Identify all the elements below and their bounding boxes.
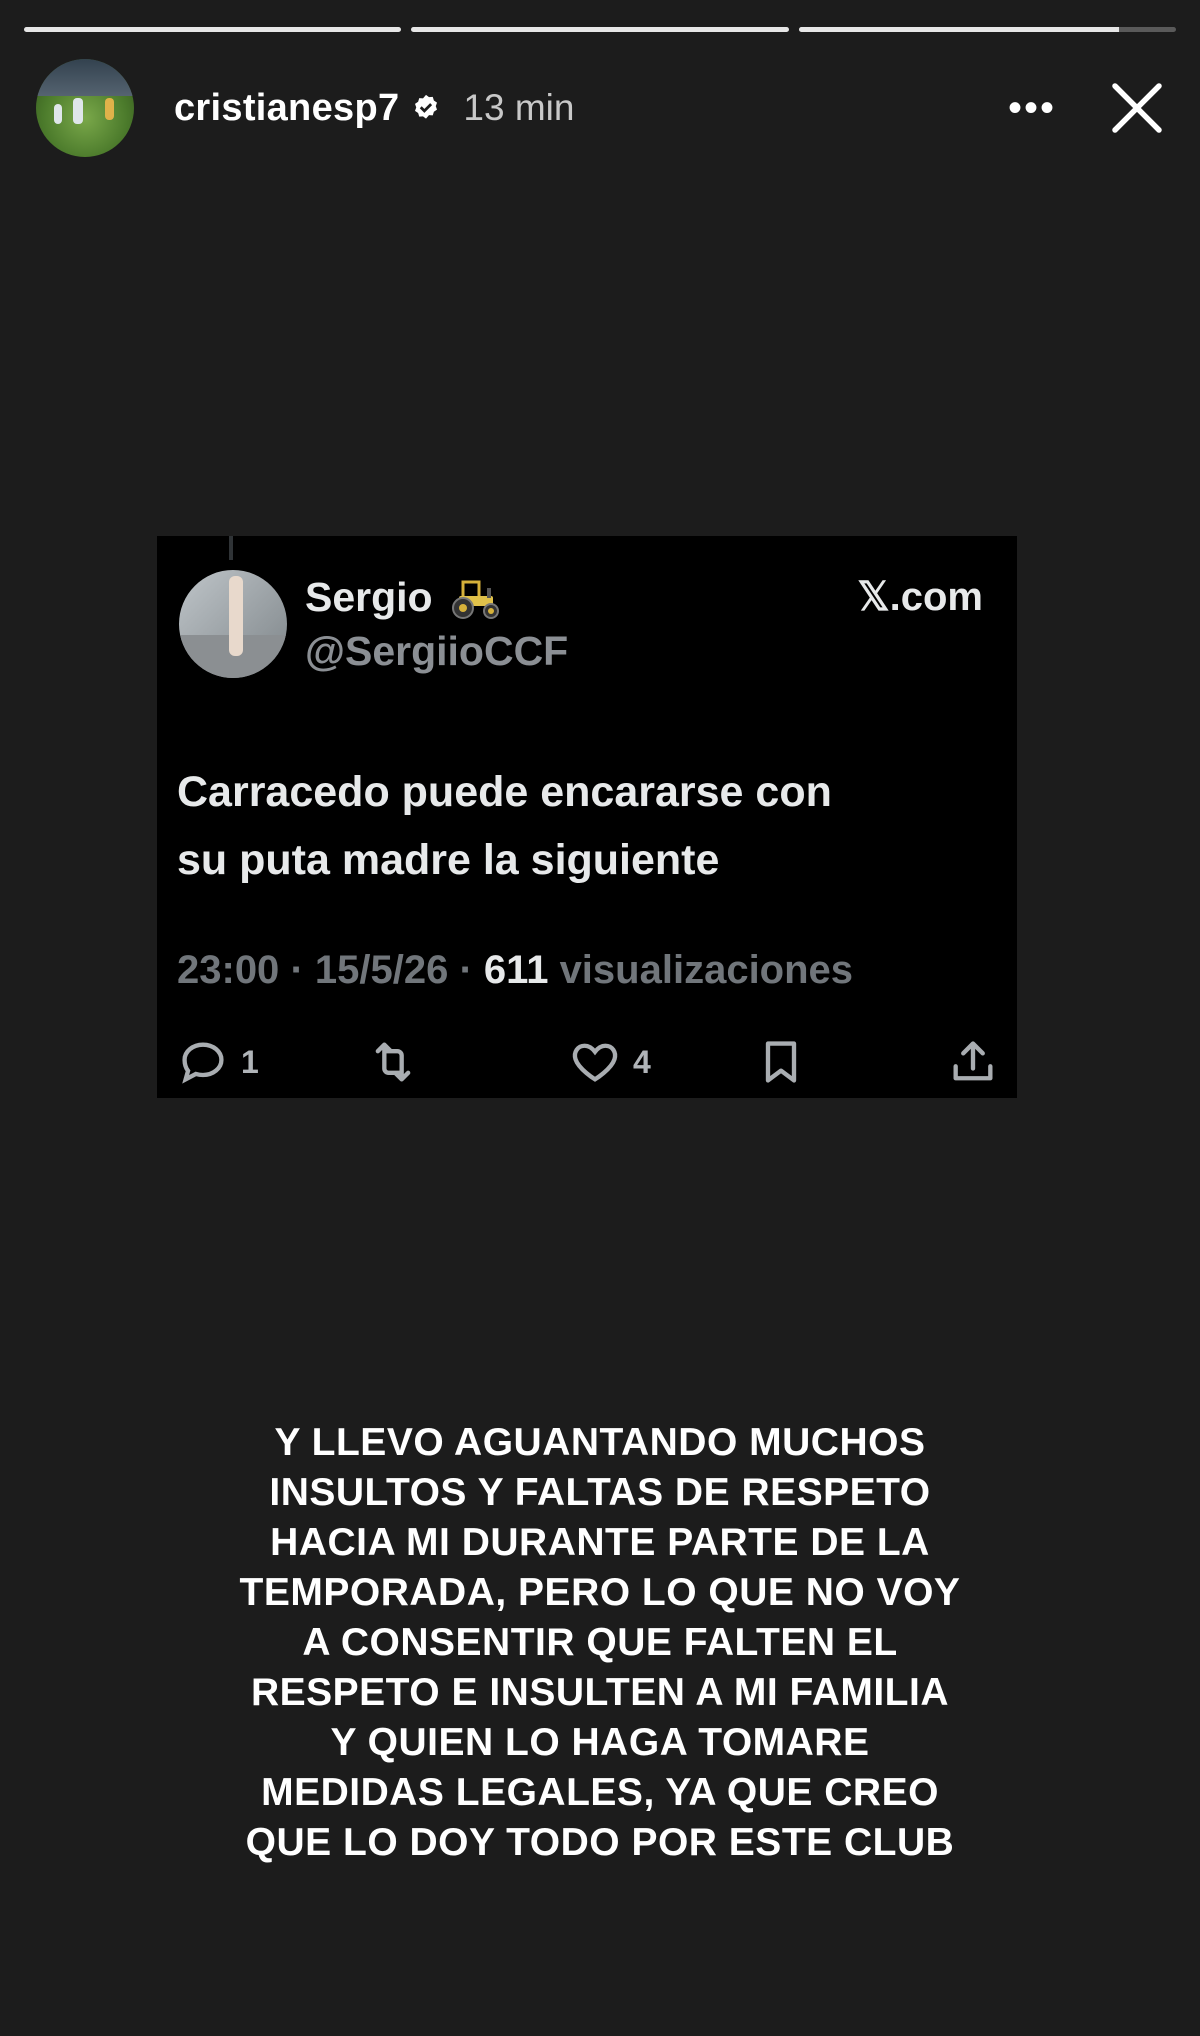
- tweet-date: 15/5/26: [314, 948, 449, 992]
- tweet-time: 23:00: [177, 948, 280, 992]
- retweet-action: [367, 1036, 419, 1088]
- retweet-icon: [375, 1042, 411, 1082]
- caption-line: Y LLEVO AGUANTANDO MUCHOS: [274, 1421, 926, 1464]
- caption-line: QUE LO DOY TODO POR ESTE CLUB: [245, 1821, 955, 1864]
- tweet-author-avatar: [179, 570, 287, 678]
- progress-segment: [24, 27, 402, 32]
- username[interactable]: cristianesp7: [174, 87, 399, 130]
- reply-action: 1: [177, 1036, 259, 1088]
- more-options-icon[interactable]: •••: [1008, 88, 1056, 128]
- progress-segment: [411, 27, 789, 32]
- share-action: [947, 1036, 999, 1088]
- tweet-actions: 1 4: [177, 1036, 997, 1096]
- close-icon[interactable]: [1104, 75, 1170, 141]
- caption-line: MEDIDAS LEGALES, YA QUE CREO: [261, 1771, 939, 1814]
- tweet-text-line: Carracedo puede encararse con: [177, 768, 832, 816]
- progress-segment: [798, 27, 1176, 32]
- heart-icon: [572, 1043, 618, 1082]
- story-header: cristianesp7 13 min •••: [36, 58, 1170, 158]
- post-time: 13 min: [463, 87, 575, 128]
- profile-avatar[interactable]: [36, 59, 134, 157]
- views-label: visualizaciones: [559, 948, 854, 992]
- caption-line: RESPETO E INSULTEN A MI FAMILIA: [250, 1671, 950, 1714]
- reply-count: 1: [241, 1043, 259, 1080]
- thread-line: [229, 536, 233, 560]
- tweet-author-name-text: Sergio: [305, 574, 433, 620]
- like-count: 4: [633, 1043, 651, 1080]
- caption-line: INSULTOS Y FALTAS DE RESPETO: [269, 1471, 931, 1514]
- tweet-author-name: Sergio: [305, 574, 503, 621]
- bookmark-icon: [765, 1041, 797, 1083]
- reply-icon: [182, 1042, 224, 1084]
- caption-line: HACIA MI DURANTE PARTE DE LA: [270, 1521, 930, 1564]
- tweet-text-line: su puta madre la siguiente: [177, 836, 720, 884]
- caption-line: TEMPORADA, PERO LO QUE NO VOY: [239, 1571, 961, 1614]
- tweet-author-handle: @SergiioCCF: [305, 628, 569, 674]
- story-caption: Y LLEVO AGUANTANDO MUCHOS INSULTOS Y FAL…: [150, 1418, 1050, 1868]
- story-progress-bar: [24, 27, 1176, 33]
- like-action: 4: [569, 1036, 651, 1088]
- caption-line: Y QUIEN LO HAGA TOMARE: [330, 1721, 870, 1764]
- verified-badge-icon: [415, 94, 438, 119]
- views-count: 611: [483, 948, 549, 992]
- tweet-text: Carracedo puede encararse con su puta ma…: [177, 758, 997, 894]
- tweet-meta: 23:00 · 15/5/26 · 611 visualizaciones: [177, 948, 854, 992]
- source-label: 𝕏.com: [857, 575, 983, 619]
- caption-line: A CONSENTIR QUE FALTEN EL: [302, 1621, 898, 1664]
- bookmark-action: [755, 1036, 807, 1088]
- share-icon: [953, 1041, 993, 1081]
- tractor-emoji-icon: [451, 580, 499, 619]
- tweet-screenshot: Sergio @SergiioCCF 𝕏.com Carracedo puede…: [157, 536, 1017, 1098]
